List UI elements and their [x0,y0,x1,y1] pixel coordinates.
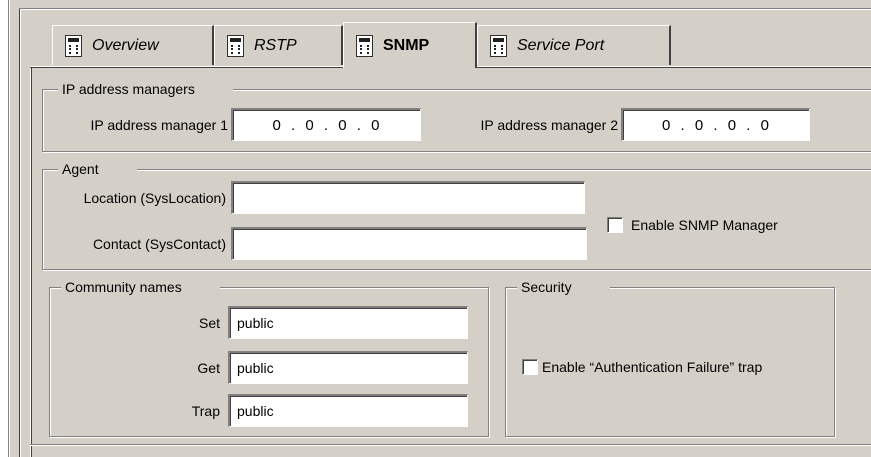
ip-manager-1-input[interactable]: 0 . 0 . 0 . 0 [231,108,421,141]
location-input[interactable] [231,181,585,214]
frame-edge [9,0,10,457]
enable-snmp-manager-label: Enable SNMP Manager [631,217,778,233]
ip-manager-2-input[interactable]: 0 . 0 . 0 . 0 [621,108,810,141]
tab-overview[interactable]: Overview [52,25,214,65]
tab-rstp[interactable]: RSTP [214,25,343,65]
tab-overview-label: Overview [92,36,159,54]
device-icon [356,34,373,57]
tab-page-left-edge [31,66,32,457]
ip-manager-2-label: IP address manager 2 [480,117,619,133]
get-label: Get [197,360,220,376]
ip-manager-1-label: IP address manager 1 [90,117,229,133]
agent-title: Agent [58,161,137,177]
security-title: Security [517,279,610,295]
get-community-input[interactable]: public [228,351,468,384]
trap-community-input[interactable]: public [228,394,468,427]
ip-managers-title: IP address managers [58,81,233,97]
auth-failure-trap-checkbox[interactable] [522,359,538,375]
tab-snmp[interactable]: SNMP [343,22,477,68]
device-icon [490,34,507,57]
location-label: Location (SysLocation) [83,190,226,206]
device-icon [65,34,82,57]
set-label: Set [198,315,220,331]
auth-failure-trap-label: Enable “Authentication Failure” trap [542,359,763,375]
frame-top-edge [20,9,871,10]
device-icon [227,34,244,57]
trap-label: Trap [191,403,220,419]
tab-service-port-label: Service Port [517,36,605,54]
tab-service-port[interactable]: Service Port [477,25,671,65]
frame-edge [20,8,21,457]
community-names-title: Community names [61,279,220,295]
tab-rstp-label: RSTP [254,36,297,54]
enable-snmp-manager-checkbox[interactable] [607,217,623,233]
contact-label: Contact (SysContact) [92,236,226,252]
contact-input[interactable] [231,227,587,260]
tab-snmp-label: SNMP [383,36,430,54]
tab-page-bottom-edge [30,445,871,446]
set-community-input[interactable]: public [228,306,468,339]
